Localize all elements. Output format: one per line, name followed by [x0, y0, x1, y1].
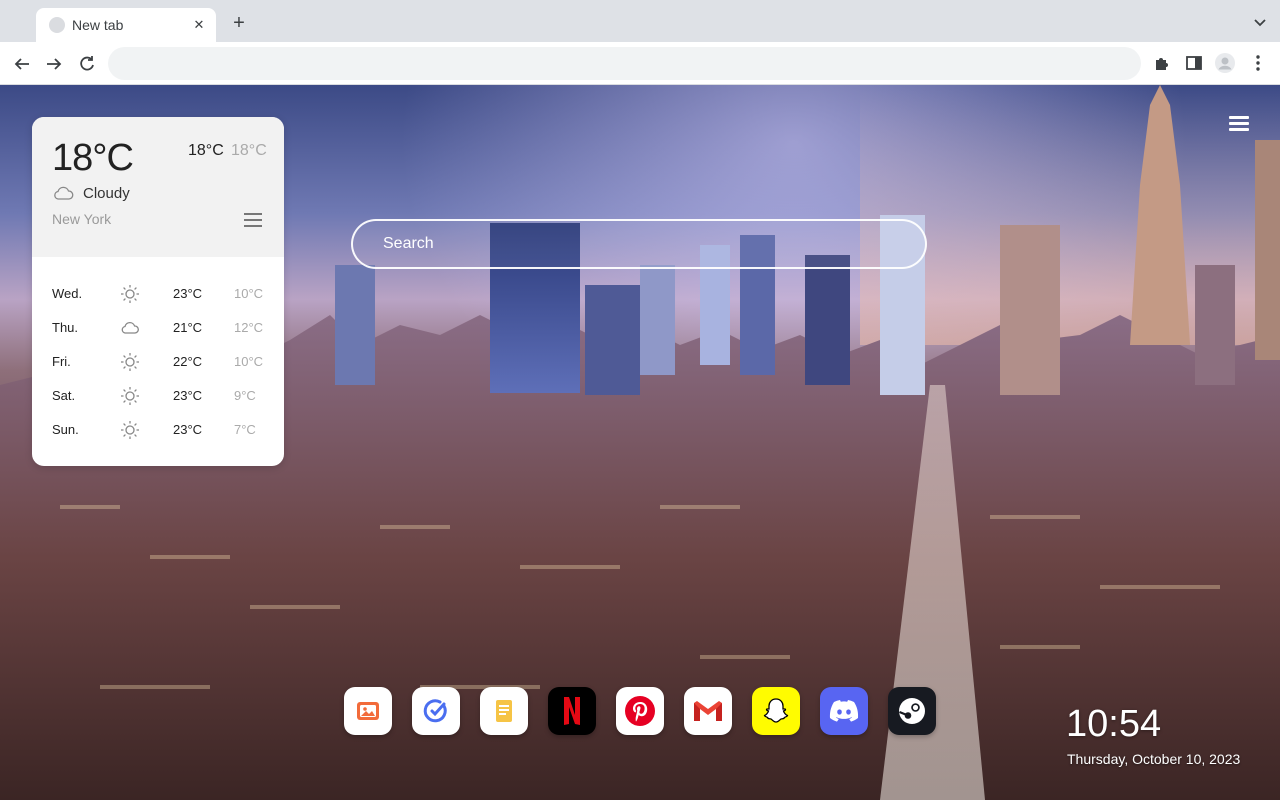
today-high: 18°C [188, 142, 224, 159]
forecast-high: 21°C [173, 320, 203, 335]
forecast-high: 23°C [173, 388, 203, 403]
forward-button[interactable] [42, 52, 66, 76]
forecast-day: Sat. [52, 388, 76, 403]
forecast-high: 23°C [173, 422, 203, 437]
side-panel-icon[interactable] [1183, 52, 1205, 74]
notes-app-button[interactable] [480, 687, 528, 735]
tab-new-tab[interactable]: New tab ✕ [36, 8, 216, 42]
netflix-icon [564, 697, 580, 725]
forecast-high: 23°C [173, 286, 203, 301]
address-bar[interactable] [108, 47, 1141, 80]
cloud-icon [120, 318, 140, 338]
steam-icon [899, 698, 925, 724]
weather-current: 18°C 18°C 18°C Cloudy New York [32, 117, 284, 257]
settings-menu-icon[interactable] [1229, 116, 1249, 132]
sun-icon [120, 420, 140, 440]
cloud-icon [52, 185, 74, 201]
forecast-high: 22°C [173, 354, 203, 369]
extensions-icon[interactable] [1151, 52, 1173, 74]
forecast-row: Sat. 23°C 9°C [32, 384, 284, 408]
forecast-day: Fri. [52, 354, 71, 369]
photos-icon [357, 702, 379, 720]
forecast-low: 12°C [234, 320, 264, 335]
browser-toolbar [0, 42, 1280, 85]
forecast-day: Wed. [52, 286, 83, 301]
discord-app-button[interactable] [820, 687, 868, 735]
clock-time: 10:54 [1066, 703, 1162, 745]
today-low: 18°C [231, 142, 267, 159]
forecast-row: Wed. 23°C 10°C [32, 282, 284, 306]
gmail-app-button[interactable] [684, 687, 732, 735]
profile-avatar-icon[interactable] [1214, 52, 1236, 74]
forecast-day: Sun. [52, 422, 79, 437]
back-button[interactable] [10, 52, 34, 76]
search-input[interactable]: Search [351, 219, 927, 269]
tab-search-chevron-icon[interactable] [1252, 14, 1268, 30]
new-tab-button[interactable]: + [228, 12, 250, 34]
clock-date: Thursday, October 10, 2023 [1067, 751, 1241, 767]
forecast-low: 9°C [234, 388, 256, 403]
forecast-low: 7°C [234, 422, 256, 437]
tab-favicon-icon [49, 17, 65, 33]
forecast-row: Sun. 23°C 7°C [32, 418, 284, 442]
current-temperature: 18°C [52, 137, 134, 179]
forecast-low: 10°C [234, 286, 264, 301]
snapchat-icon [763, 698, 789, 723]
reload-icon [80, 56, 94, 71]
photos-app-button[interactable] [344, 687, 392, 735]
weather-widget[interactable]: 18°C 18°C 18°C Cloudy New York Wed. 23°C… [32, 117, 284, 466]
forecast-low: 10°C [234, 354, 264, 369]
forecast-day: Thu. [52, 320, 79, 335]
pinterest-icon [625, 696, 655, 726]
arrow-right-icon [47, 58, 62, 70]
steam-app-button[interactable] [888, 687, 936, 735]
weather-menu-icon[interactable] [244, 213, 262, 229]
gmail-icon [694, 701, 722, 721]
sun-icon [120, 284, 140, 304]
notes-icon [496, 700, 512, 722]
tab-strip: New tab ✕ + [0, 0, 1280, 42]
weather-condition: Cloudy [83, 185, 130, 202]
netflix-app-button[interactable] [548, 687, 596, 735]
pinterest-app-button[interactable] [616, 687, 664, 735]
more-menu-icon[interactable] [1247, 52, 1269, 74]
sun-icon [120, 386, 140, 406]
weather-city: New York [52, 211, 112, 227]
forecast-row: Fri. 22°C 10°C [32, 350, 284, 374]
new-tab-page: 18°C 18°C 18°C Cloudy New York Wed. 23°C… [0, 85, 1280, 800]
tasks-app-button[interactable] [412, 687, 460, 735]
arrow-left-icon [14, 58, 29, 70]
tab-title: New tab [72, 17, 124, 33]
sun-icon [120, 352, 140, 372]
discord-icon [829, 700, 859, 722]
forecast-row: Thu. 21°C 12°C [32, 316, 284, 340]
search-placeholder: Search [383, 235, 434, 252]
snapchat-app-button[interactable] [752, 687, 800, 735]
tab-close-button[interactable]: ✕ [190, 16, 208, 34]
check-circle-icon [423, 699, 447, 723]
reload-button[interactable] [75, 52, 99, 76]
